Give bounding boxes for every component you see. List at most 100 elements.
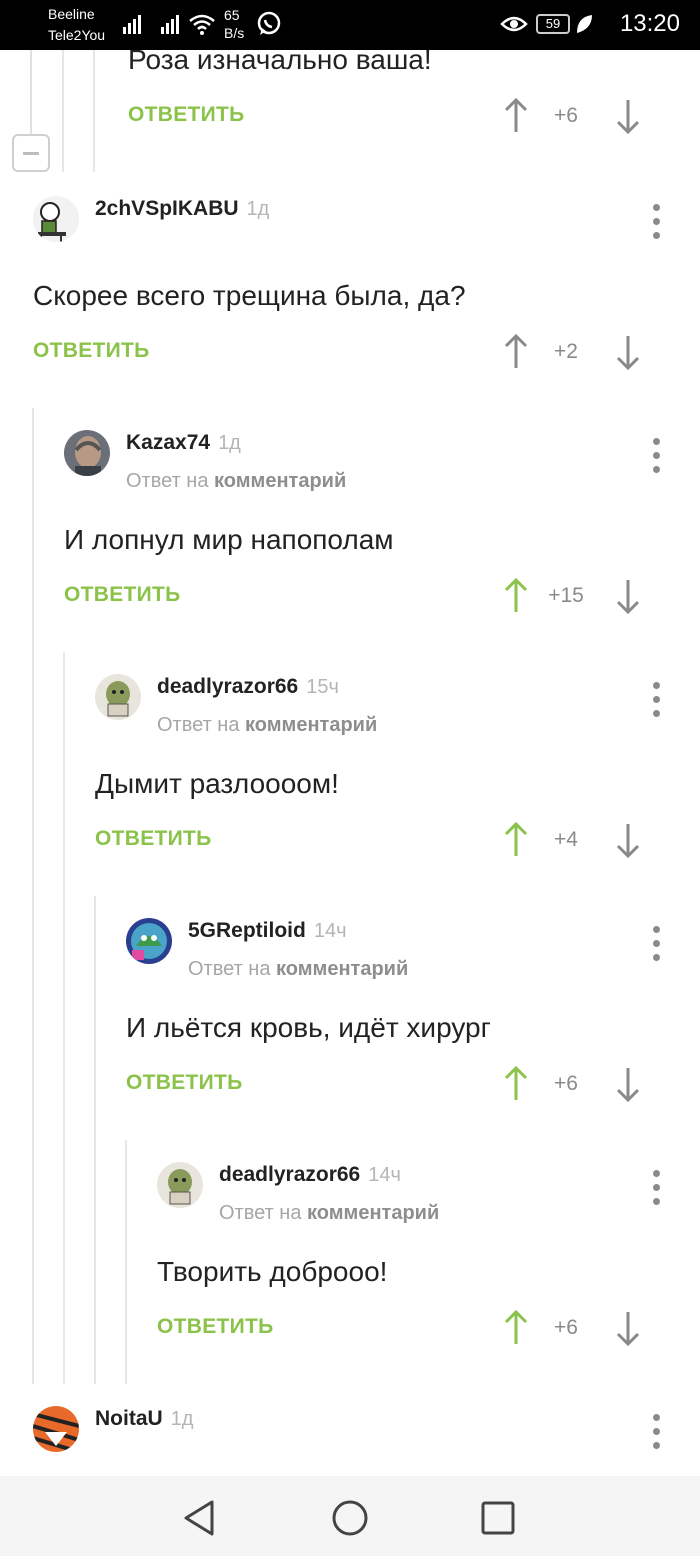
comment-author[interactable]: deadlyrazor66 [157, 675, 298, 698]
comment: 2chVSpIKABU 1д Скорее всего трещина была,… [33, 196, 672, 376]
avatar[interactable] [95, 674, 141, 720]
vote-block: +2 [502, 332, 642, 372]
reply-to-prefix: Ответ на [188, 958, 271, 980]
clock: 13:20 [619, 10, 680, 37]
signal-icon [123, 15, 141, 34]
more-vert-icon[interactable] [642, 202, 672, 242]
reply-to-prefix: Ответ на [219, 1202, 302, 1224]
more-vert-icon[interactable] [642, 924, 672, 964]
more-vert-icon[interactable] [642, 1168, 672, 1208]
collapse-thread-button[interactable] [12, 134, 50, 172]
arrow-down-icon[interactable] [614, 332, 642, 372]
comment-author-row: deadlyrazor66 15ч [157, 675, 339, 699]
wifi-icon [189, 14, 215, 35]
comment-author-row: 2chVSpIKABU 1д [95, 197, 269, 221]
comment: deadlyrazor66 14ч Ответ на комментарий Тв… [157, 1162, 672, 1352]
reply-to-line: Ответ на комментарий [157, 714, 377, 737]
signal-icon [161, 15, 179, 34]
reply-button[interactable]: ОТВЕТИТЬ [64, 583, 181, 607]
comment-author[interactable]: 5GReptiloid [188, 919, 306, 942]
comment-author[interactable]: NoitaU [95, 1407, 163, 1430]
avatar[interactable] [64, 430, 110, 476]
thread-line [94, 896, 96, 1384]
arrow-up-icon[interactable] [502, 96, 530, 136]
comment-time: 15ч [306, 676, 339, 698]
arrow-up-icon[interactable] [502, 1308, 530, 1348]
arrow-down-icon[interactable] [614, 1064, 642, 1104]
comment-text: Скорее всего трещина была, да? [33, 280, 466, 311]
comment-text: Дымит разлоооом! [95, 768, 339, 799]
thread-line [62, 50, 64, 172]
reply-to-target[interactable]: комментарий [276, 958, 408, 980]
more-vert-icon[interactable] [642, 436, 672, 476]
reply-button[interactable]: ОТВЕТИТЬ [33, 339, 150, 363]
arrow-up-icon[interactable] [502, 820, 530, 860]
comment-author[interactable]: 2chVSpIKABU [95, 197, 239, 220]
more-vert-icon[interactable] [642, 1412, 672, 1452]
comment-author-row: deadlyrazor66 14ч [219, 1163, 401, 1187]
reply-button[interactable]: ОТВЕТИТЬ [95, 827, 212, 851]
collapse-line [30, 50, 32, 134]
arrow-up-icon[interactable] [502, 576, 530, 616]
reply-to-prefix: Ответ на [126, 470, 209, 492]
battery-indicator: 59 [536, 14, 570, 34]
reply-to-target[interactable]: комментарий [214, 470, 346, 492]
avatar[interactable] [33, 196, 79, 242]
vote-block: +6 [502, 1064, 642, 1104]
comment: deadlyrazor66 15ч Ответ на комментарий Ды… [95, 674, 672, 864]
vote-block: +15 [502, 576, 642, 616]
carrier-1: Beeline [48, 6, 95, 22]
arrow-down-icon[interactable] [614, 576, 642, 616]
more-vert-icon[interactable] [642, 680, 672, 720]
comment-author-row: 5GReptiloid 14ч [188, 919, 347, 943]
network-speed-unit: B/s [224, 25, 245, 41]
arrow-up-icon[interactable] [502, 1064, 530, 1104]
thread-line [63, 652, 65, 1384]
comment-author[interactable]: Kazax74 [126, 431, 210, 454]
system-nav-bar [0, 1476, 700, 1556]
reply-button[interactable]: ОТВЕТИТЬ [128, 103, 245, 127]
arrow-up-icon[interactable] [502, 332, 530, 372]
rating: +15 [548, 584, 584, 607]
thread-line [32, 408, 34, 1384]
network-speed-value: 65 [224, 7, 240, 23]
arrow-down-icon[interactable] [614, 1308, 642, 1348]
avatar[interactable] [126, 918, 172, 964]
comment-text: И льётся кровь, идёт хирург [126, 1012, 491, 1043]
reply-button[interactable]: ОТВЕТИТЬ [157, 1315, 274, 1339]
comment: Kazax74 1д Ответ на комментарий И лопнул … [64, 430, 672, 620]
reply-to-target[interactable]: комментарий [245, 714, 377, 736]
avatar[interactable] [157, 1162, 203, 1208]
comment-fragment: Роза изначально ваша! ОТВЕТИТЬ +6 [128, 44, 672, 144]
rating: +6 [554, 104, 578, 127]
carrier-2: Tele2You [48, 27, 106, 43]
rating: +2 [554, 340, 578, 363]
vote-block: +4 [502, 820, 642, 860]
thread-line [125, 1140, 127, 1384]
vote-block: +6 [502, 1308, 642, 1348]
nav-back-icon[interactable] [178, 1496, 222, 1540]
comment-text: Творить доброоо! [157, 1256, 388, 1287]
avatar[interactable] [33, 1406, 79, 1452]
comment-time: 14ч [368, 1164, 401, 1186]
reply-to-line: Ответ на комментарий [126, 470, 346, 493]
rating: +6 [554, 1072, 578, 1095]
arrow-down-icon[interactable] [614, 820, 642, 860]
comment-author[interactable]: deadlyrazor66 [219, 1163, 360, 1186]
arrow-down-icon[interactable] [614, 96, 642, 136]
comment: NoitaU 1д [33, 1406, 672, 1466]
reply-to-prefix: Ответ на [157, 714, 240, 736]
reply-to-line: Ответ на комментарий [219, 1202, 439, 1225]
reply-to-target[interactable]: комментарий [307, 1202, 439, 1224]
comment-text: И лопнул мир напополам [64, 524, 394, 555]
rating: +6 [554, 1316, 578, 1339]
comment-author-row: Kazax74 1д [126, 431, 241, 455]
comment-time: 14ч [313, 920, 347, 942]
comment: 5GReptiloid 14ч Ответ на комментарий И ль… [126, 918, 672, 1108]
nav-recents-icon[interactable] [476, 1496, 520, 1540]
nav-home-icon[interactable] [328, 1496, 372, 1540]
eye-icon [500, 16, 528, 32]
reply-button[interactable]: ОТВЕТИТЬ [126, 1071, 243, 1095]
comment-time: 1д [246, 198, 270, 220]
comment-time: 1д [218, 432, 241, 454]
